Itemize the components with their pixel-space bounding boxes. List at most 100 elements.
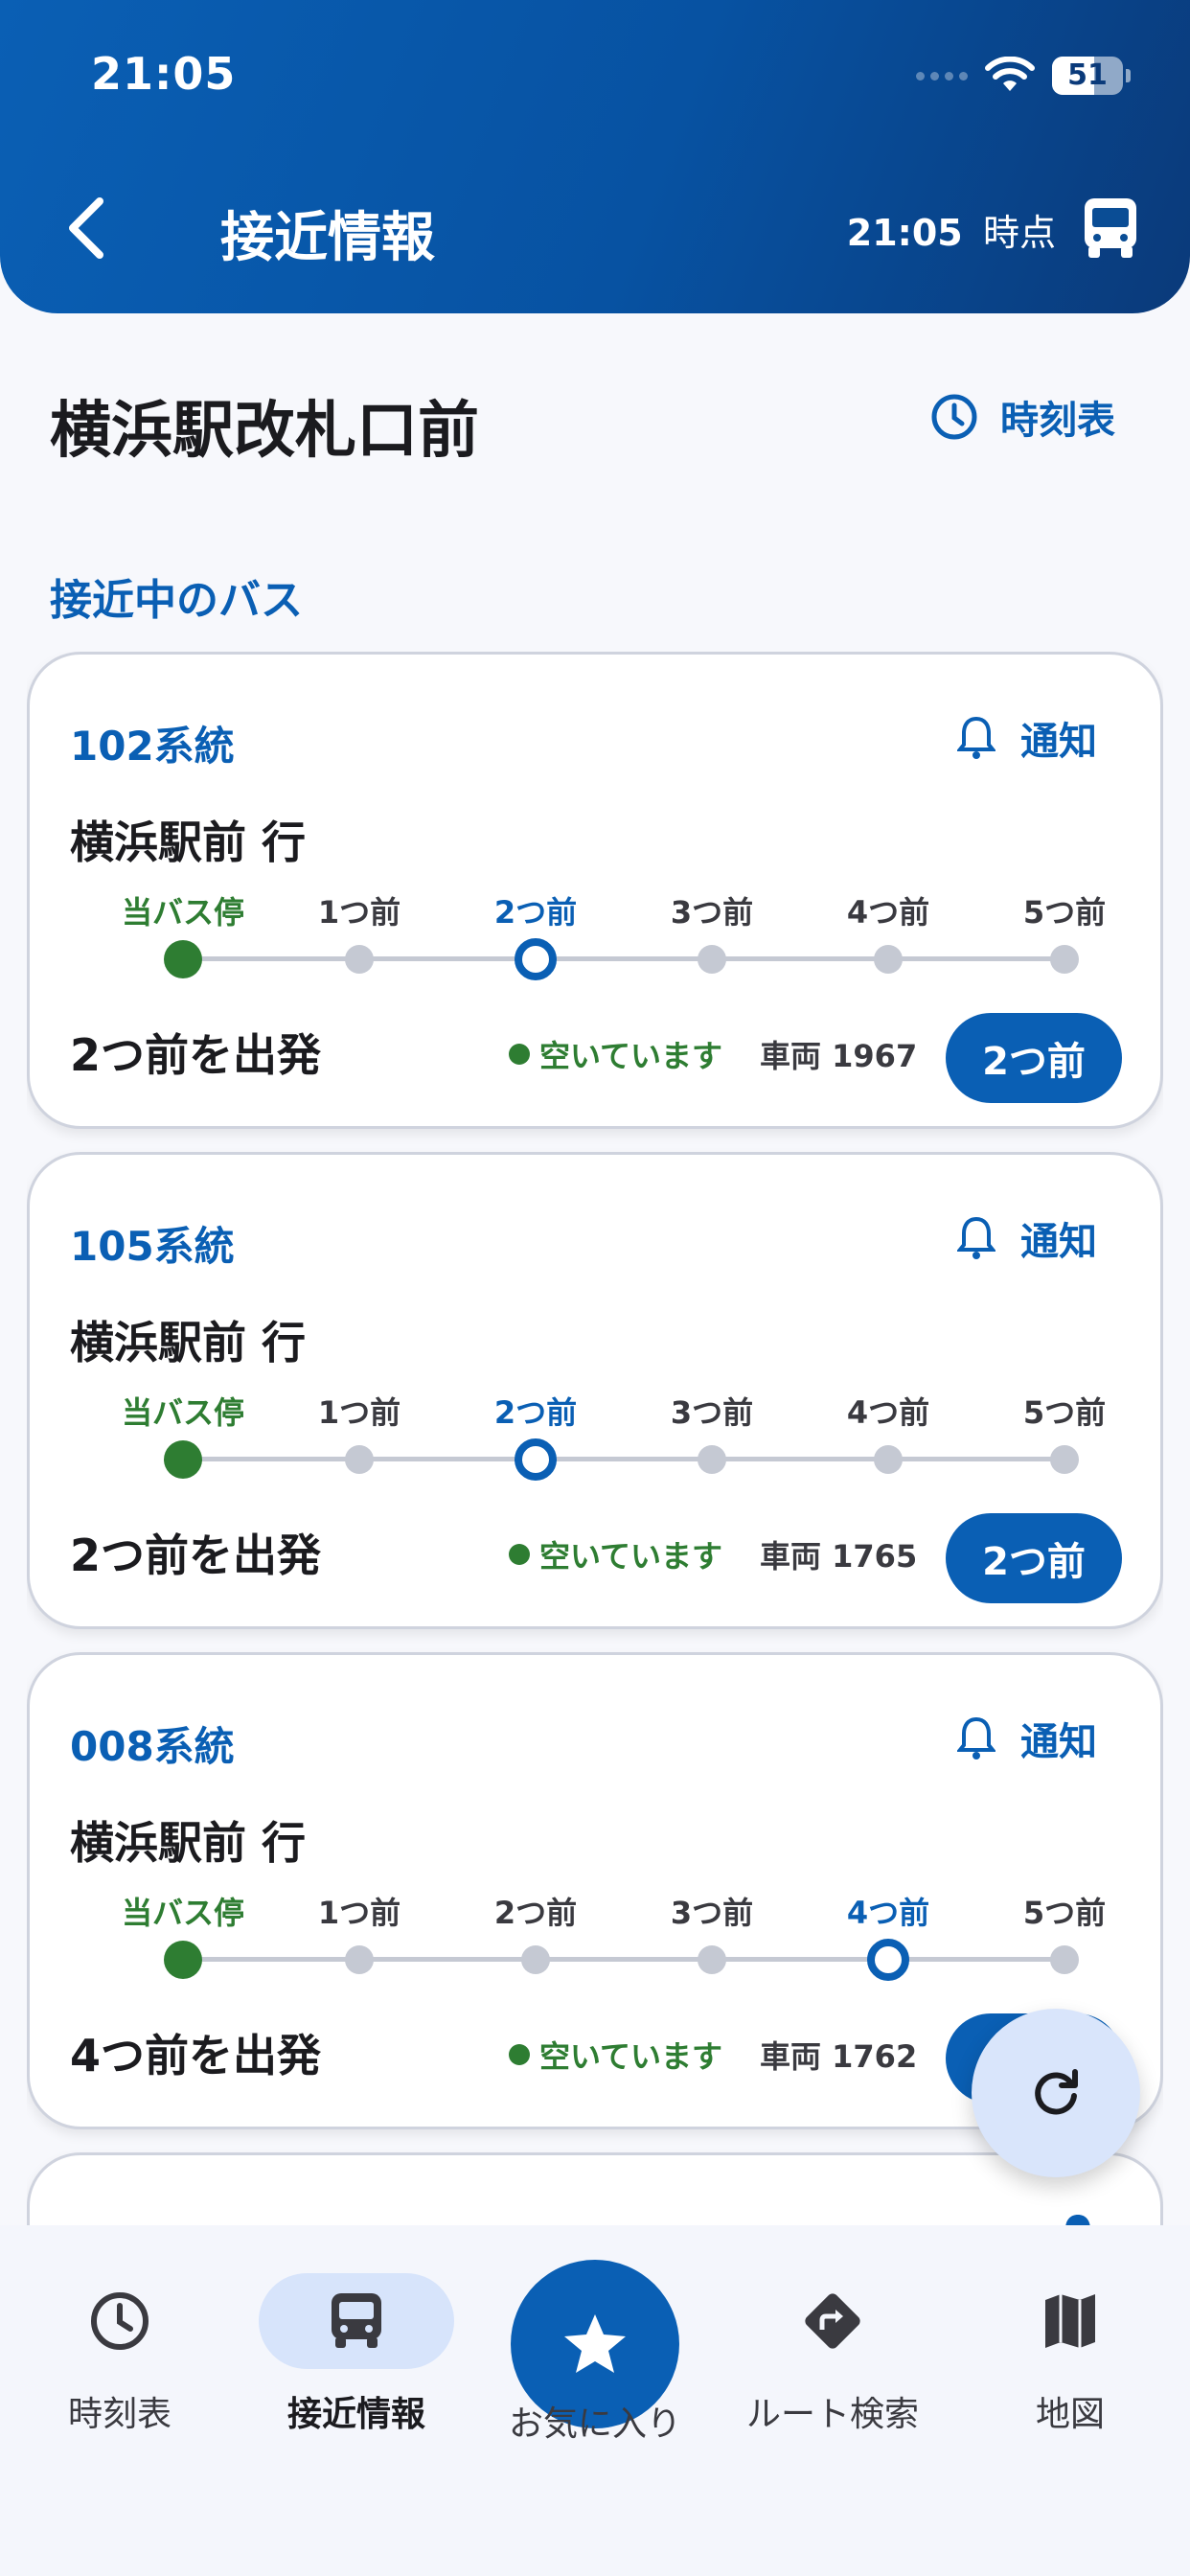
vacant-dot-icon <box>509 1544 530 1565</box>
stop-label: 4つ前 <box>846 894 930 931</box>
bus-card[interactable]: 102系統 通知 横浜駅前 行 当バス停 1つ前 2つ前 3つ前 4つ前 5つ前 2つ前を… <box>27 652 1163 1129</box>
bus-stop-name: 横浜駅改札口前 <box>50 396 479 467</box>
map-icon <box>1045 2294 1095 2348</box>
clock-icon <box>91 2292 149 2350</box>
progress-track <box>183 1957 1064 1962</box>
vacant-dot-icon <box>509 1044 530 1065</box>
route-icon <box>805 2293 860 2349</box>
stop-label: 当バス停 <box>121 1895 244 1931</box>
current-stop-dot <box>164 1440 202 1479</box>
bell-icon <box>957 1716 995 1760</box>
stop-dot <box>1050 945 1079 974</box>
stop-label: 3つ前 <box>670 1895 754 1931</box>
stop-label: 4つ前 <box>846 1394 930 1431</box>
notify-button[interactable]: 通知 <box>957 1711 1097 1766</box>
nav-label: お気に入り <box>508 2404 681 2444</box>
back-button[interactable] <box>57 192 115 264</box>
route-number: 008系統 <box>70 1723 235 1770</box>
bottom-navigation: 時刻表 接近情報 お気に入り ルート検索 地図 <box>0 2225 1190 2576</box>
timetable-link-label: 時刻表 <box>1000 399 1115 443</box>
vehicle-number: 車両 1967 <box>760 1038 918 1074</box>
bus-position-marker <box>515 938 557 980</box>
current-stop-dot <box>164 940 202 978</box>
stop-label: 2つ前 <box>493 1895 578 1931</box>
stops-away-badge[interactable]: 2つ前 <box>946 1513 1122 1603</box>
stop-dot <box>1050 1945 1079 1974</box>
stop-label: 5つ前 <box>1022 894 1107 931</box>
updated-time-suffix: 時点 <box>982 212 1056 254</box>
bus-position-marker <box>867 1939 909 1981</box>
stop-progress: 当バス停 1つ前 2つ前 3つ前 4つ前 5つ前 <box>76 888 1110 1013</box>
stop-dot <box>521 1945 550 1974</box>
stop-label: 4つ前 <box>846 1895 930 1931</box>
notify-label: 通知 <box>1020 720 1097 764</box>
stop-progress: 当バス停 1つ前 2つ前 3つ前 4つ前 5つ前 <box>76 1889 1110 2013</box>
bus-card-partial[interactable] <box>27 2152 1163 2225</box>
destination: 横浜駅前 行 <box>70 816 307 868</box>
stop-dot <box>698 1945 726 1974</box>
vehicle-number: 車両 1765 <box>760 1538 918 1575</box>
stop-dot <box>345 945 374 974</box>
status-bar-right: 51 <box>916 52 1131 100</box>
departure-status: 4つ前を出発 <box>70 2030 322 2082</box>
crowding-status: 空いています <box>509 1532 722 1576</box>
progress-track <box>183 956 1064 961</box>
nav-label: ルート検索 <box>745 2395 919 2434</box>
stop-label: 当バス停 <box>121 894 244 931</box>
destination: 横浜駅前 行 <box>70 1817 307 1869</box>
battery-icon: 51 <box>1052 57 1123 95</box>
updated-time: 21:05 時点 <box>847 203 1056 256</box>
crowding-label: 空いています <box>539 1038 723 1074</box>
refresh-icon <box>1035 2069 1078 2115</box>
stop-label: 1つ前 <box>317 1394 401 1431</box>
stop-label: 1つ前 <box>317 894 401 931</box>
notify-label: 通知 <box>1020 1720 1097 1764</box>
stops-away-badge[interactable]: 2つ前 <box>946 1013 1122 1103</box>
refresh-button[interactable] <box>972 2009 1140 2177</box>
page-title: 接近情報 <box>220 207 435 269</box>
stop-label: 2つ前 <box>493 894 578 931</box>
stop-label: 5つ前 <box>1022 1394 1107 1431</box>
stop-label: 3つ前 <box>670 1394 754 1431</box>
current-stop-dot <box>164 1941 202 1979</box>
notify-button[interactable]: 通知 <box>957 710 1097 766</box>
bus-card[interactable]: 105系統 通知 横浜駅前 行 当バス停 1つ前 2つ前 3つ前 4つ前 5つ前 2つ前を… <box>27 1152 1163 1629</box>
notify-button[interactable]: 通知 <box>957 1210 1097 1266</box>
stop-dot <box>874 945 903 974</box>
stop-dot <box>698 945 726 974</box>
status-bar-time: 21:05 <box>91 48 237 100</box>
app-header: 21:05 51 接近情報 21:05 時点 <box>0 0 1190 313</box>
departure-status: 2つ前を出発 <box>70 1029 322 1081</box>
bell-icon <box>957 716 995 759</box>
nav-label: 接近情報 <box>286 2395 425 2434</box>
stop-label: 3つ前 <box>670 894 754 931</box>
crowding-label: 空いています <box>539 2038 723 2075</box>
crowding-label: 空いています <box>539 1538 723 1575</box>
crowding-status: 空いています <box>509 1032 722 1076</box>
bus-icon <box>332 2293 381 2348</box>
stop-label: 2つ前 <box>493 1394 578 1431</box>
route-number: 105系統 <box>70 1223 235 1270</box>
departure-status: 2つ前を出発 <box>70 1530 322 1581</box>
destination: 横浜駅前 行 <box>70 1317 307 1368</box>
notify-button[interactable] <box>1059 2211 1097 2225</box>
notify-label: 通知 <box>1020 1220 1097 1264</box>
crowding-status: 空いています <box>509 2033 722 2077</box>
vehicle-number: 車両 1762 <box>760 2038 918 2075</box>
updated-time-value: 21:05 <box>846 212 963 254</box>
stop-label: 1つ前 <box>317 1895 401 1931</box>
nav-label: 地図 <box>1035 2395 1105 2434</box>
wifi-icon <box>985 57 1035 91</box>
cellular-signal-icon <box>916 71 968 80</box>
nav-label: 時刻表 <box>67 2395 172 2434</box>
bus-icon[interactable] <box>1081 196 1140 260</box>
stop-dot <box>1050 1445 1079 1474</box>
vacant-dot-icon <box>509 2044 530 2065</box>
stop-label: 当バス停 <box>121 1394 244 1431</box>
star-icon <box>564 2314 626 2373</box>
route-number: 102系統 <box>70 723 235 770</box>
stop-label: 5つ前 <box>1022 1895 1107 1931</box>
clock-icon <box>931 394 977 440</box>
battery-level: 51 <box>1067 58 1108 92</box>
timetable-link[interactable]: 時刻表 <box>929 389 1115 445</box>
